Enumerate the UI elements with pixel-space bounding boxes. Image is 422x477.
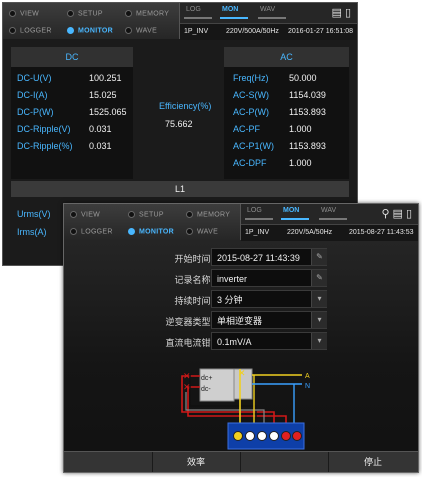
radio-icon	[9, 10, 16, 17]
urms-label: Urms(V)	[17, 209, 51, 219]
dc-label: DC-P(W)	[17, 107, 54, 117]
efficiency-value: 75.662	[165, 119, 193, 129]
efficiency-label: Efficiency(%)	[159, 101, 212, 111]
clamp-icon: ✕	[183, 371, 191, 381]
dc-value: 0.031	[89, 124, 112, 134]
ac-value: 1153.893	[289, 107, 326, 117]
dc-label: DC-Ripple(V)	[17, 124, 71, 134]
dc-label: DC-Ripple(%)	[17, 141, 73, 151]
inverter-box	[199, 368, 235, 402]
divider	[240, 452, 241, 472]
tab-indicator	[258, 17, 286, 19]
dc-minus-label: dc-	[201, 386, 211, 393]
terminal-red	[292, 431, 302, 441]
terminal-white	[245, 431, 255, 441]
wiring-diagram: dc+ dc- ✕ ✕ ✕ A N	[181, 368, 310, 450]
efficiency-button[interactable]: 效率	[152, 452, 240, 472]
ac-label: AC-P(W)	[233, 107, 269, 117]
phase-label: A	[305, 373, 310, 380]
mode-setup[interactable]: SETUP	[67, 10, 103, 17]
tab-log[interactable]: LOG	[186, 6, 201, 13]
dc-label: DC-U(V)	[17, 73, 52, 83]
tab-indicator	[184, 17, 212, 19]
mode-navigation: VIEW SETUP MEMORY LOGGER MONITOR WAVE	[3, 3, 179, 39]
ac-value: 1.000	[289, 158, 312, 168]
ac-label: AC-S(W)	[233, 90, 269, 100]
radio-icon	[9, 27, 16, 34]
info-bar: 1P_INV 220V/500A/50Hz 2016-01-27 16:51:0…	[180, 23, 357, 40]
softkey-bar: 效率 停止	[64, 451, 418, 472]
terminal-yellow	[233, 431, 243, 441]
terminal-white	[257, 431, 267, 441]
terminal-red	[281, 431, 291, 441]
stop-button[interactable]: 停止	[328, 452, 418, 472]
mode-memory[interactable]: MEMORY	[125, 10, 169, 17]
dc-label: DC-I(A)	[17, 90, 48, 100]
dc-value: 100.251	[89, 73, 122, 83]
radio-icon	[125, 10, 132, 17]
irms-label: Irms(A)	[17, 227, 47, 237]
dc-value: 15.025	[89, 90, 117, 100]
mode-logger[interactable]: LOGGER	[9, 27, 52, 34]
tab-indicator-active	[220, 17, 248, 19]
range-info: 220V/500A/50Hz	[226, 28, 279, 35]
dc-value: 0.031	[89, 141, 112, 151]
mode-wave[interactable]: WAVE	[125, 27, 157, 34]
clamp-icon: ✕	[183, 382, 191, 392]
dc-panel-title: DC	[11, 47, 133, 67]
ac-value: 1153.893	[289, 141, 326, 151]
mode-monitor[interactable]: MONITOR	[67, 27, 113, 34]
mode-view[interactable]: VIEW	[9, 10, 39, 17]
dc-plus-label: dc+	[201, 375, 212, 382]
ac-value: 50.000	[289, 73, 317, 83]
status-header: LOG MON WAV ▤ ▯ 1P_INV 220V/500A/50Hz 201…	[179, 3, 357, 40]
ac-clamp-icon: ✕	[238, 368, 246, 378]
ac-label: AC-P1(W)	[233, 141, 274, 151]
dc-value: 1525.065	[89, 107, 127, 117]
radio-icon	[67, 27, 74, 34]
ac-label: Freq(Hz)	[233, 73, 269, 83]
ac-value: 1154.039	[289, 90, 326, 100]
status-icons: ▤ ▯	[329, 6, 351, 19]
tab-wav[interactable]: WAV	[260, 6, 275, 13]
ac-panel-title: AC	[224, 47, 349, 67]
terminal-white	[269, 431, 279, 441]
radio-icon	[67, 10, 74, 17]
tab-mon[interactable]: MON	[222, 6, 238, 13]
radio-icon	[125, 27, 132, 34]
foreground-screen: VIEW SETUP MEMORY LOGGER MONITOR WAVE LO…	[63, 203, 419, 473]
datetime: 2016-01-27 16:51:08	[288, 28, 353, 35]
l1-header: L1	[11, 181, 349, 197]
wiring-mode: 1P_INV	[184, 28, 209, 35]
memory-icon[interactable]: ▤	[332, 7, 342, 19]
ac-label: AC-DPF	[233, 158, 267, 168]
ac-value: 1.000	[289, 124, 312, 134]
ac-label: AC-PF	[233, 124, 260, 134]
neutral-label: N	[305, 383, 310, 390]
battery-icon: ▯	[344, 7, 351, 19]
